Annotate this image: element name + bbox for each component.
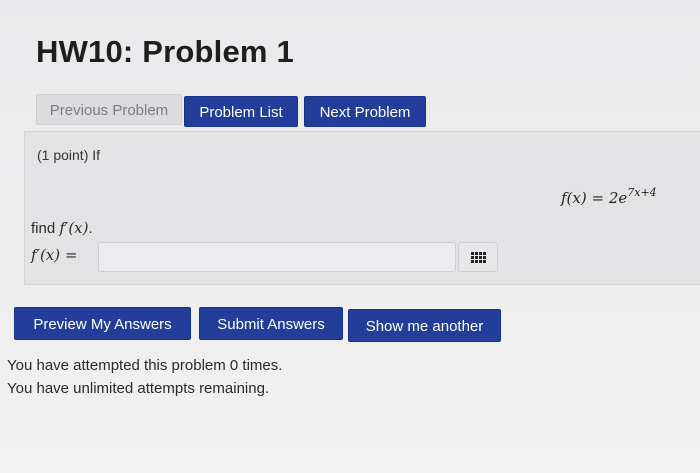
attempts-status: You have attempted this problem 0 times. bbox=[7, 357, 283, 374]
problem-points-text: (1 point) If bbox=[37, 147, 101, 163]
find-suffix: . bbox=[88, 220, 93, 237]
problem-formula: f(x) = 2e7x+4 bbox=[561, 186, 657, 207]
equation-keypad-icon bbox=[470, 251, 486, 263]
equation-keypad-button[interactable] bbox=[458, 242, 498, 272]
answer-input[interactable] bbox=[98, 242, 456, 272]
previous-problem-button: Previous Problem bbox=[36, 94, 182, 125]
formula-base: f(x) = 2e bbox=[561, 189, 628, 207]
formula-exponent: 7x+4 bbox=[627, 186, 657, 199]
find-instruction: find f′(x). bbox=[31, 219, 93, 237]
show-another-button[interactable]: Show me another bbox=[348, 309, 501, 342]
answer-label: f′(x) = bbox=[31, 246, 78, 264]
find-derivative: f′(x) bbox=[59, 219, 89, 237]
remaining-status: You have unlimited attempts remaining. bbox=[7, 380, 270, 397]
next-problem-button[interactable]: Next Problem bbox=[304, 96, 426, 127]
submit-answers-button[interactable]: Submit Answers bbox=[199, 307, 343, 340]
find-prefix: find bbox=[31, 220, 60, 237]
problem-list-button[interactable]: Problem List bbox=[184, 96, 298, 127]
preview-answers-button[interactable]: Preview My Answers bbox=[14, 307, 191, 340]
page-title: HW10: Problem 1 bbox=[36, 34, 294, 69]
